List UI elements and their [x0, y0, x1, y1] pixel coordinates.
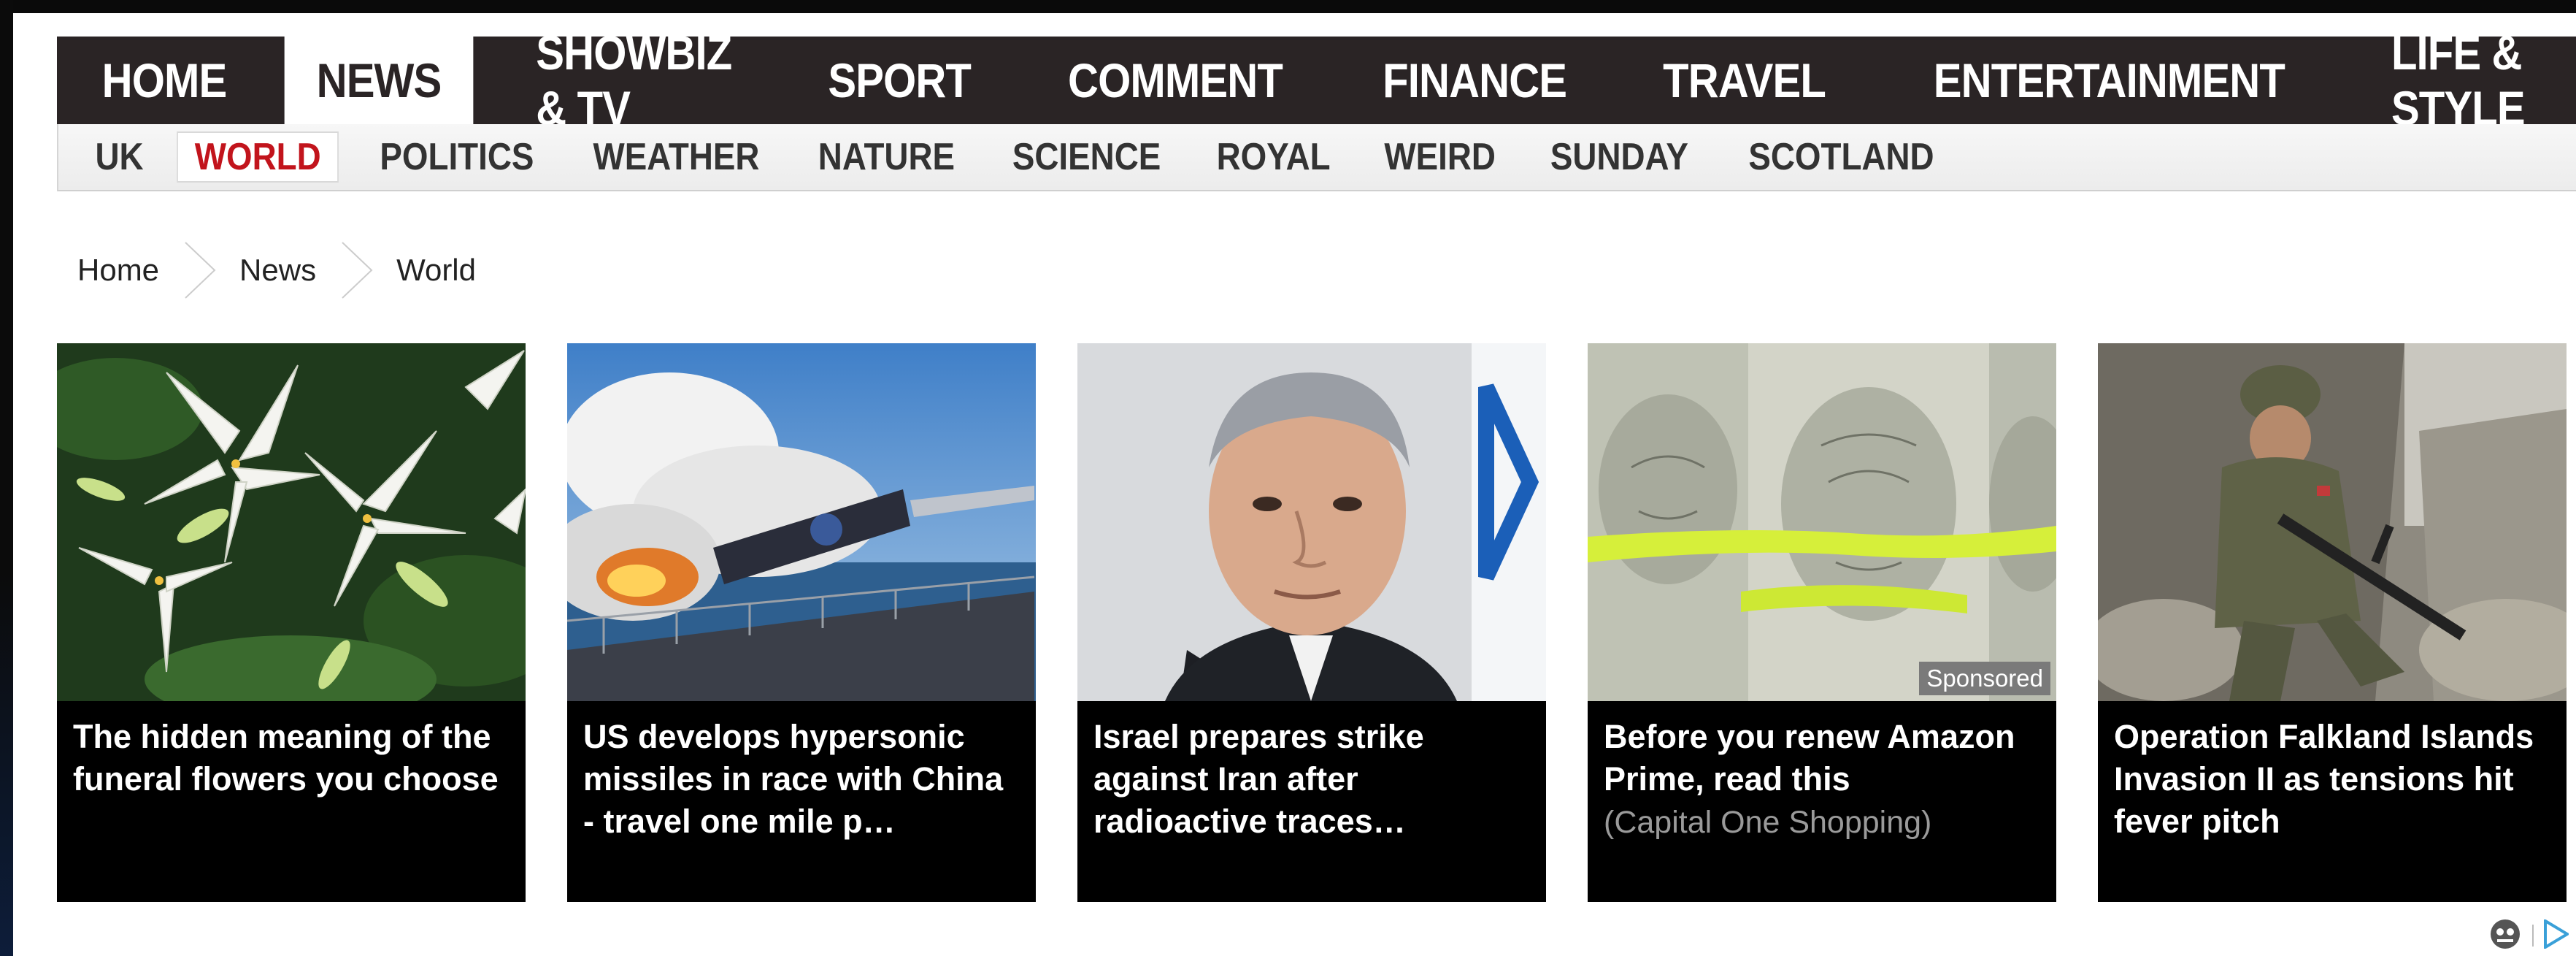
nav-item-comment[interactable]: COMMENT — [1036, 37, 1315, 124]
window-edge-top — [0, 0, 2576, 13]
subnav-item-world[interactable]: WORLD — [177, 131, 339, 183]
card-image-soldier — [2098, 343, 2567, 701]
article-card[interactable]: The hidden meaning of the funeral flower… — [57, 343, 526, 902]
chevron-right-icon — [331, 241, 382, 299]
card-headline: Operation Falkland Islands Invasion II a… — [2114, 718, 2534, 840]
sponsored-badge: Sponsored — [1919, 662, 2050, 695]
card-headline: US develops hypersonic missiles in race … — [583, 718, 1004, 840]
nav-item-life-style[interactable]: LIFE & STYLE — [2359, 26, 2562, 135]
card-headline: The hidden meaning of the funeral flower… — [73, 718, 499, 798]
card-image-portrait — [1077, 343, 1546, 701]
nav-item-news[interactable]: NEWS — [284, 37, 474, 124]
subnav-item-politics[interactable]: POLITICS — [363, 131, 550, 183]
card-image-dollar-bills: Sponsored — [1588, 343, 2056, 701]
nav-item-finance[interactable]: FINANCE — [1350, 37, 1599, 124]
subnav-item-weather[interactable]: WEATHER — [577, 131, 777, 183]
main-nav: HOME NEWS SHOWBIZ & TV SPORT COMMENT FIN… — [57, 26, 2576, 135]
divider — [2522, 925, 2534, 947]
article-card[interactable]: US develops hypersonic missiles in race … — [567, 343, 1036, 902]
nav-item-travel[interactable]: TRAVEL — [1631, 37, 1858, 124]
card-headline: Israel prepares strike against Iran afte… — [1093, 718, 1424, 840]
breadcrumb-home[interactable]: Home — [77, 253, 159, 288]
sub-nav: UK WORLD POLITICS WEATHER NATURE SCIENCE… — [57, 124, 2576, 191]
adchoices-icon[interactable] — [2488, 917, 2522, 955]
subnav-item-uk[interactable]: UK — [79, 131, 161, 183]
article-card[interactable]: Israel prepares strike against Iran afte… — [1077, 343, 1546, 902]
subnav-item-royal[interactable]: ROYAL — [1200, 131, 1347, 183]
article-card[interactable]: Operation Falkland Islands Invasion II a… — [2098, 343, 2567, 902]
subnav-item-sunday[interactable]: SUNDAY — [1534, 131, 1705, 183]
nav-item-entertainment[interactable]: ENTERTAINMENT — [1902, 37, 2317, 124]
subnav-item-weird[interactable]: WEIRD — [1367, 131, 1512, 183]
nav-item-showbiz-tv[interactable]: SHOWBIZ & TV — [504, 26, 764, 135]
window-edge-left — [0, 0, 13, 956]
breadcrumb-news[interactable]: News — [239, 253, 316, 288]
card-image-missile — [567, 343, 1036, 701]
subnav-item-science[interactable]: SCIENCE — [996, 131, 1177, 183]
breadcrumb-world: World — [396, 253, 476, 287]
card-source: (Capital One Shopping) — [1604, 805, 1932, 840]
nav-item-sport[interactable]: SPORT — [796, 37, 1003, 124]
chevron-right-icon — [174, 241, 225, 299]
card-image-lilies — [57, 343, 526, 701]
ad-icons — [2488, 917, 2570, 955]
breadcrumb: Home News World — [77, 241, 476, 299]
card-headline-text: Before you renew Amazon Prime, read this — [1604, 718, 2015, 798]
sponsored-card[interactable]: Sponsored Before you renew Amazon Prime,… — [1588, 343, 2056, 902]
subnav-item-scotland[interactable]: SCOTLAND — [1731, 131, 1950, 183]
subnav-item-nature[interactable]: NATURE — [801, 131, 972, 183]
page: HOME NEWS SHOWBIZ & TV SPORT COMMENT FIN… — [0, 0, 2576, 956]
ad-info-icon[interactable] — [2542, 917, 2570, 952]
card-headline: Before you renew Amazon Prime, read this… — [1604, 716, 2040, 844]
nav-item-home[interactable]: HOME — [70, 37, 259, 124]
